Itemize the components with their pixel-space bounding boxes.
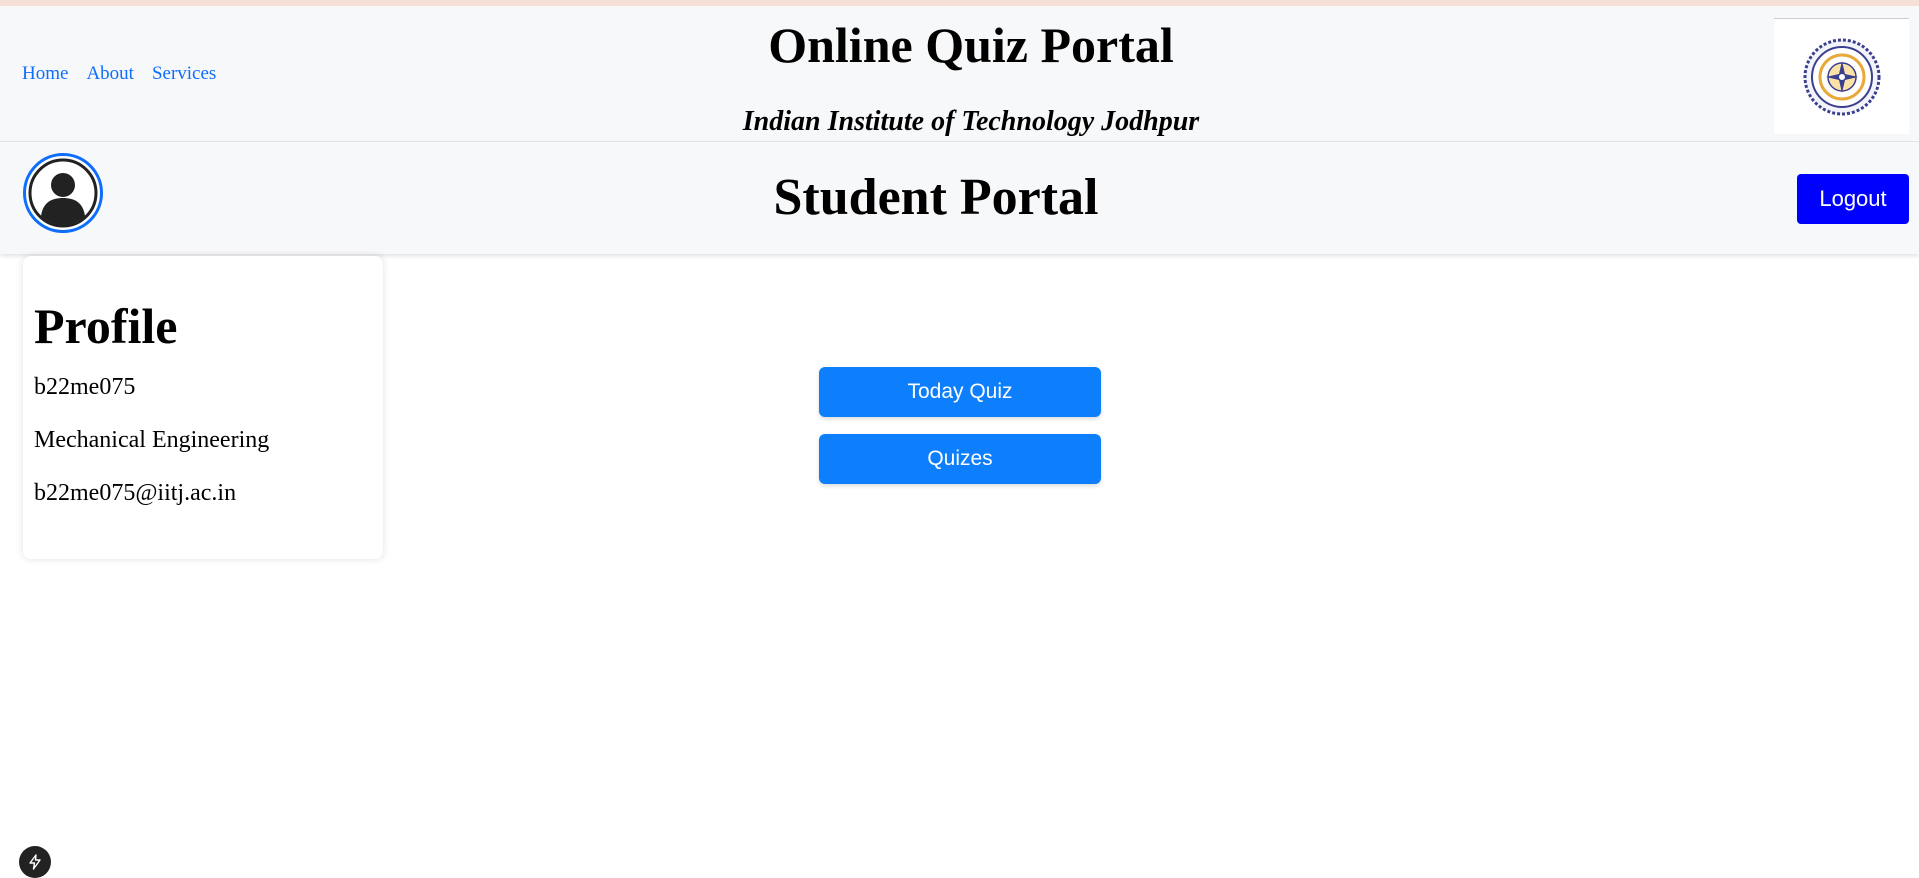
bolt-icon xyxy=(29,854,41,870)
iitj-logo xyxy=(1774,18,1909,134)
today-quiz-button[interactable]: Today Quiz xyxy=(819,367,1101,417)
profile-heading: Profile xyxy=(34,298,178,354)
floating-action-button[interactable] xyxy=(19,846,51,878)
profile-email: b22me075@iitj.ac.in xyxy=(34,480,237,506)
quizes-button[interactable]: Quizes xyxy=(819,434,1101,484)
quiz-actions: Today Quiz Quizes xyxy=(819,367,1101,484)
profile-roll-number: b22me075 xyxy=(34,374,136,400)
portal-bar: Student Portal Logout xyxy=(0,142,1919,254)
institute-name: Indian Institute of Technology Jodhpur xyxy=(742,106,1200,137)
site-header: Home About Services Online Quiz Portal I… xyxy=(0,6,1919,142)
iitj-emblem-logo xyxy=(1803,38,1880,115)
logout-button[interactable]: Logout xyxy=(1797,174,1909,224)
site-title: Online Quiz Portal xyxy=(768,17,1174,73)
profile-department: Mechanical Engineering xyxy=(34,427,270,453)
portal-title: Student Portal xyxy=(773,169,1099,226)
profile-card: Profile b22me075 Mechanical Engineering … xyxy=(23,256,383,559)
